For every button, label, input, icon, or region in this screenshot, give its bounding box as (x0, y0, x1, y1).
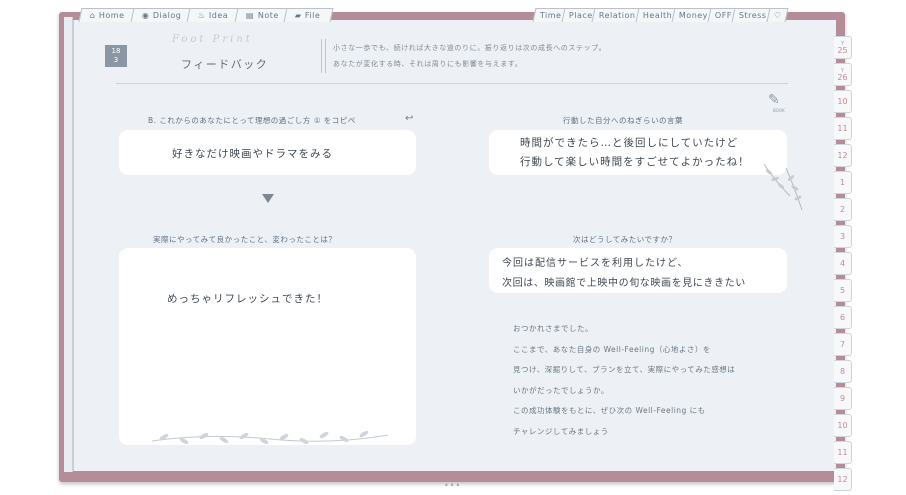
month-tab[interactable]: 12 (834, 468, 852, 491)
question-praise-label: 行動した自分へのねぎらいの言葉 (563, 116, 683, 125)
tab-label: OFF (715, 11, 733, 20)
answer-next-field[interactable]: 今回は配信サービスを利用したけど、 次回は、映画館で上映中の旬な映画を見にききた… (489, 248, 787, 293)
drag-handle[interactable]: ••• (444, 481, 461, 490)
answer-b-field[interactable]: 好きなだけ映画やドラマをみる (119, 130, 416, 175)
month-tab[interactable]: 12 (834, 144, 852, 167)
motto-line: 小さな一歩でも、続ければ大きな道のりに。振り返りは次の成長へのステップ。 (333, 44, 607, 52)
tab-label: Idea (209, 11, 229, 20)
notebook-spine (64, 17, 73, 472)
tab-label: File (305, 11, 321, 20)
month-tab[interactable]: 1 (834, 171, 852, 194)
month-tab[interactable]: 10 (834, 90, 852, 113)
tab-label: Stress (739, 11, 767, 20)
tab-label: Home (98, 11, 125, 20)
answer-result-field[interactable]: めっちゃリフレッシュできた！ (119, 248, 416, 445)
motto-line: あなたが変化する時、それは周りにも影響を与えます。 (333, 60, 523, 68)
month-tab[interactable]: 4 (834, 252, 852, 275)
month-tab[interactable]: 5 (834, 279, 852, 302)
home-icon: ⌂ (89, 11, 95, 20)
month-tab[interactable]: 3 (834, 225, 852, 248)
category-tabs: Time Place Relation Health Money OFF Str… (532, 8, 789, 22)
tab-label: Time (539, 11, 562, 20)
tab-label: Relation (599, 11, 636, 20)
question-result-label: 実際にやってみて良かったこと、変わったことは？ (153, 235, 337, 244)
month-tab[interactable]: 9 (834, 387, 852, 410)
tab-dialog[interactable]: ◉ Dialog (130, 8, 194, 22)
answer-praise-line: 行動して楽しい時間をすごせてよかったね！ (520, 156, 750, 168)
copy-paste-icon[interactable]: ↩ (405, 113, 413, 124)
tab-label: Money (679, 11, 709, 20)
answer-next-line: 今回は配信サービスを利用したけど、 (502, 258, 689, 269)
month-tab[interactable]: 2 (834, 198, 852, 221)
question-next-label: 次はどうしてみたいですか？ (573, 235, 677, 244)
closing-line: この成功体験をもとに、ぜひ次の Well-Feeling にも (513, 406, 706, 415)
file-icon: ▰ (295, 11, 302, 20)
tab-file[interactable]: ▰ File (283, 8, 334, 22)
script-title: Foot Print (172, 34, 253, 45)
arrow-down-icon (262, 194, 274, 203)
tab-favorite[interactable]: ♡ (766, 8, 789, 22)
leaf-sprig-icon (763, 163, 803, 211)
main-tabs: ⌂ Home ◉ Dialog ♨ Idea ▤ Note ▰ File (78, 8, 334, 22)
closing-line: ここまで、あなた自身の Well-Feeling（心地よさ）を (513, 344, 711, 354)
page-title: フィードバック (181, 58, 269, 71)
month-tab[interactable]: Y 26 (834, 63, 852, 86)
closing-line: いかがだったでしょうか。 (513, 385, 609, 395)
month-tab[interactable]: 11 (834, 117, 852, 140)
month-tab[interactable]: 6 (834, 306, 852, 329)
closing-line: 見つけ、深掘りして、プランを立て、実際にやってみた感想は (513, 365, 736, 374)
month-tab[interactable]: Y 25 (834, 36, 852, 59)
closing-line: おつかれさまでした。 (513, 324, 593, 333)
header-divider (321, 39, 326, 73)
month-index-tabs: Y 25 Y 26 10 11 12 1 2 3 4 5 6 7 8 9 10 11… (834, 36, 852, 495)
tab-label: Health (642, 11, 673, 20)
note-icon: ▤ (245, 11, 254, 20)
month-tab[interactable]: 8 (834, 360, 852, 383)
answer-b-text: 好きなだけ映画やドラマをみる (172, 148, 333, 160)
tab-label: Dialog (152, 11, 182, 20)
tab-home[interactable]: ⌂ Home (78, 8, 138, 22)
tab-label: Note (257, 11, 279, 20)
book-icon-label: BOOK (773, 108, 785, 113)
date-badge: 18 3 (105, 45, 127, 67)
answer-praise-line: 時間ができたら…と後回しにしていたけど (520, 137, 739, 149)
idea-icon: ♨ (198, 11, 206, 20)
closing-line: チャレンジしてみましょう (513, 426, 609, 436)
closing-message: おつかれさまでした。 ここまで、あなた自身の Well-Feeling（心地よさ… (513, 323, 783, 446)
heart-icon: ♡ (773, 11, 782, 20)
dialog-icon: ◉ (141, 11, 149, 20)
month-tab[interactable]: 10 (834, 414, 852, 437)
month-tab[interactable]: 7 (834, 333, 852, 356)
book-edit-icon[interactable]: ✎ (768, 92, 780, 108)
vine-border-icon (151, 430, 389, 445)
answer-result-text: めっちゃリフレッシュできた！ (167, 293, 328, 305)
answer-praise-field[interactable]: 時間ができたら…と後回しにしていたけど 行動して楽しい時間をすごせてよかったね！ (489, 130, 787, 175)
question-b-label: B. これからのあなたにとって理想の過ごし方 ① をコピペ (148, 116, 356, 125)
tab-note[interactable]: ▤ Note (234, 8, 291, 22)
answer-next-line: 次回は、映画館で上映中の旬な映画を見にききたい (502, 278, 746, 289)
tab-label: Place (568, 11, 593, 20)
month-tab[interactable]: 11 (834, 441, 852, 464)
header-rule (116, 83, 788, 84)
tab-idea[interactable]: ♨ Idea (186, 8, 242, 22)
